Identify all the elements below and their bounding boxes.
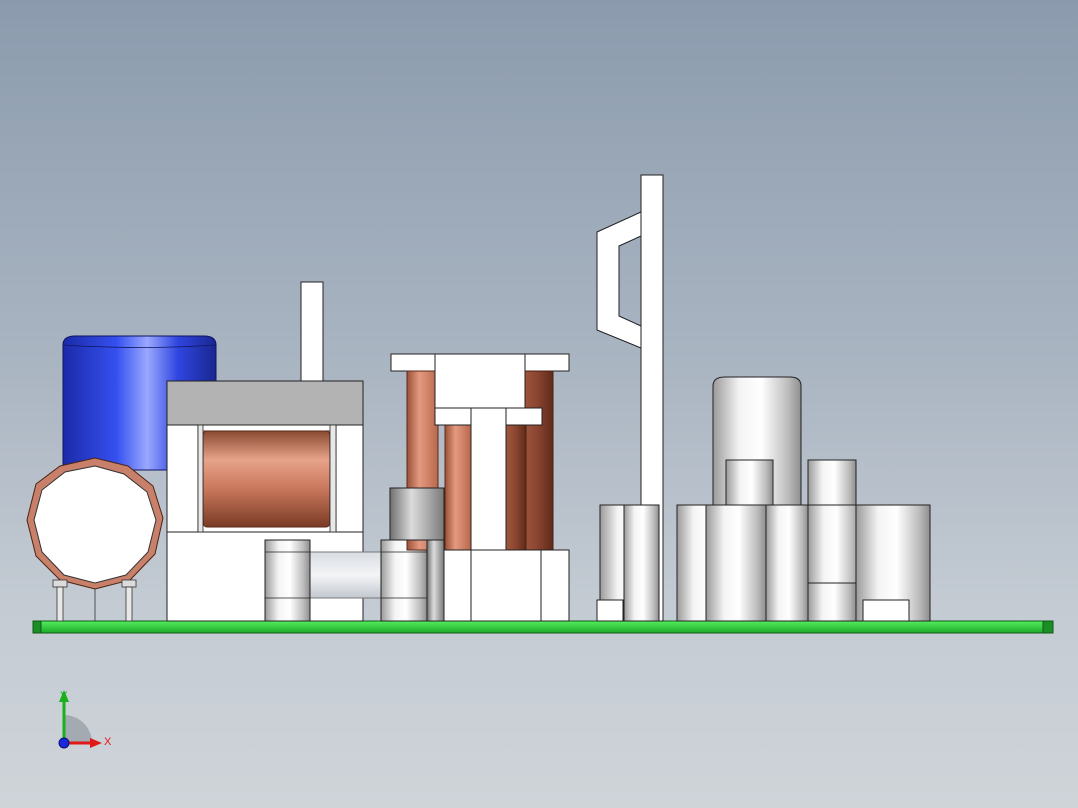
- z-axis-dot-icon: [58, 737, 70, 749]
- coordinate-triad[interactable]: Y X: [58, 690, 112, 749]
- y-axis-label: Y: [60, 690, 68, 702]
- triad-plane-icon: [64, 715, 92, 743]
- toroid-inductor[interactable]: [26, 457, 164, 622]
- x-axis-arrowhead-icon: [90, 738, 102, 748]
- x-axis-label: X: [104, 736, 112, 748]
- pcb-board[interactable]: [32, 620, 1054, 634]
- 3d-model-viewport[interactable]: Y X: [0, 0, 1078, 808]
